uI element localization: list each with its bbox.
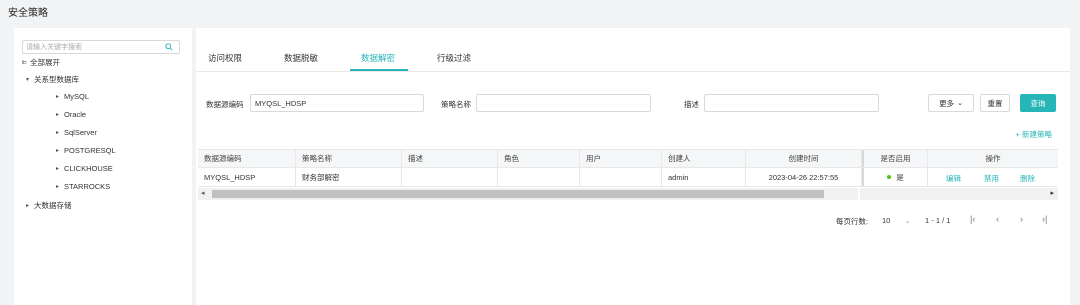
expand-all-label: 全部展开 bbox=[30, 58, 60, 67]
sidebar: ⇇ 全部展开 ▾ 关系型数据库 ▸ MySQL ▸ Oracle ▸ SqlSe… bbox=[14, 28, 192, 305]
caret-right-icon[interactable]: ▸ bbox=[56, 183, 64, 190]
col-creator: 创建人 bbox=[662, 150, 746, 167]
policy-name-label: 策略名称 bbox=[441, 100, 471, 109]
fixed-column-divider bbox=[862, 168, 864, 186]
tab-row-filter[interactable]: 行级过滤 bbox=[437, 52, 471, 64]
horizontal-scrollbar[interactable]: ◂ bbox=[198, 188, 858, 200]
table-header: 数据源编码 策略名称 描述 角色 用户 创建人 创建时间 是否启用 操作 bbox=[198, 149, 1058, 168]
cell-created-time: 2023-04-26 22:57:55 bbox=[746, 168, 862, 186]
tree-node-label: SqlServer bbox=[64, 128, 97, 137]
tab-masking[interactable]: 数据脱敏 bbox=[284, 52, 318, 64]
caret-down-icon[interactable]: ▾ bbox=[26, 76, 34, 83]
chevron-down-icon: ⌄ bbox=[904, 216, 911, 225]
query-button[interactable]: 查询 bbox=[1020, 94, 1056, 112]
scroll-right-icon[interactable]: ▸ bbox=[1050, 189, 1054, 197]
col-created-time: 创建时间 bbox=[746, 150, 862, 167]
col-user: 用户 bbox=[580, 150, 662, 167]
new-policy-button[interactable]: + 新建策略 bbox=[1016, 129, 1052, 140]
col-enabled: 是否启用 bbox=[864, 150, 928, 167]
tab-decrypt[interactable]: 数据解密 bbox=[361, 52, 395, 64]
reset-button[interactable]: 重置 bbox=[980, 94, 1010, 112]
edit-link[interactable]: 编辑 bbox=[946, 173, 961, 184]
col-actions: 操作 bbox=[985, 154, 1001, 163]
scrollbar-thumb[interactable] bbox=[212, 190, 824, 198]
col-description: 描述 bbox=[402, 150, 498, 167]
search-box[interactable] bbox=[22, 40, 180, 54]
datasource-input[interactable] bbox=[250, 94, 424, 112]
tree-node-label: CLICKHOUSE bbox=[64, 164, 113, 173]
caret-right-icon[interactable]: ▸ bbox=[56, 165, 64, 172]
tree-node-starrocks[interactable]: ▸ STARROCKS bbox=[56, 182, 110, 191]
cell-user bbox=[580, 168, 662, 186]
col-datasource: 数据源编码 bbox=[198, 150, 296, 167]
tree-node-label: POSTGRESQL bbox=[64, 146, 116, 155]
datasource-label: 数据源编码 bbox=[206, 100, 244, 109]
per-page-label: 每页行数: bbox=[836, 217, 869, 226]
tree-node-label: 大数据存储 bbox=[34, 201, 72, 210]
expand-all-icon: ⇇ bbox=[22, 60, 28, 66]
more-label: 更多 bbox=[939, 98, 955, 108]
tree-node-label: 关系型数据库 bbox=[34, 75, 79, 84]
cell-role bbox=[498, 168, 580, 186]
tab-bar: 访问权限 数据脱敏 数据解密 行级过滤 bbox=[196, 28, 1070, 72]
policy-table: 数据源编码 策略名称 描述 角色 用户 创建人 创建时间 是否启用 操作 MYQ… bbox=[198, 149, 1058, 187]
disable-link[interactable]: 禁用 bbox=[984, 173, 999, 184]
caret-right-icon[interactable]: ▸ bbox=[26, 202, 34, 209]
cell-policy-name: 财务部解密 bbox=[296, 168, 402, 186]
search-input[interactable] bbox=[23, 41, 158, 53]
prev-page-icon[interactable]: ‹ bbox=[996, 214, 999, 224]
per-page-value: 10 bbox=[882, 216, 891, 225]
next-page-icon[interactable]: › bbox=[1020, 214, 1023, 224]
caret-right-icon[interactable]: ▸ bbox=[56, 147, 64, 154]
last-page-icon[interactable]: ›| bbox=[1042, 214, 1047, 224]
scroll-left-icon[interactable]: ◂ bbox=[201, 189, 205, 197]
col-policy-name: 策略名称 bbox=[296, 150, 402, 167]
cell-enabled: 是 bbox=[864, 168, 928, 186]
fixed-column-divider bbox=[862, 150, 864, 167]
more-filters-button[interactable]: 更多 ⌄ bbox=[928, 94, 974, 112]
tree-node-oracle[interactable]: ▸ Oracle bbox=[56, 110, 86, 119]
expand-all-toggle[interactable]: ⇇ 全部展开 bbox=[22, 57, 60, 68]
tree-node-relational[interactable]: ▾ 关系型数据库 bbox=[26, 74, 79, 85]
tree-node-postgresql[interactable]: ▸ POSTGRESQL bbox=[56, 146, 116, 155]
tree-node-label: Oracle bbox=[64, 110, 87, 119]
fixed-columns-scrollbar[interactable]: ▸ bbox=[860, 188, 1058, 200]
description-input[interactable] bbox=[704, 94, 879, 112]
tree-node-label: STARROCKS bbox=[64, 182, 111, 191]
first-page-icon[interactable]: |‹ bbox=[970, 214, 975, 224]
cell-datasource: MYQSL_HDSP bbox=[198, 168, 296, 186]
description-label: 描述 bbox=[684, 100, 699, 109]
caret-right-icon[interactable]: ▸ bbox=[56, 111, 64, 118]
cell-actions: 编辑 禁用 删除 bbox=[928, 168, 1058, 186]
per-page-select[interactable]: 10 ⌄ bbox=[882, 216, 911, 225]
status-dot-icon bbox=[887, 175, 892, 179]
enabled-text: 是 bbox=[896, 172, 904, 182]
tree-node-label: MySQL bbox=[64, 92, 90, 101]
caret-right-icon[interactable]: ▸ bbox=[56, 129, 64, 136]
tree-node-clickhouse[interactable]: ▸ CLICKHOUSE bbox=[56, 164, 113, 173]
tree-node-bigdata[interactable]: ▸ 大数据存储 bbox=[26, 200, 72, 211]
main-panel: 访问权限 数据脱敏 数据解密 行级过滤 数据源编码 策略名称 描述 更多 ⌄ 重… bbox=[196, 28, 1070, 305]
tree-node-mysql[interactable]: ▸ MySQL bbox=[56, 92, 89, 101]
page-range: 1 - 1 / 1 bbox=[925, 216, 951, 225]
search-icon[interactable] bbox=[165, 43, 173, 51]
table-row: MYQSL_HDSP 财务部解密 admin 2023-04-26 22:57:… bbox=[198, 168, 1058, 187]
policy-name-input[interactable] bbox=[476, 94, 651, 112]
cell-description bbox=[402, 168, 498, 186]
chevron-down-icon: ⌄ bbox=[957, 100, 963, 107]
tab-access[interactable]: 访问权限 bbox=[208, 52, 242, 64]
col-role: 角色 bbox=[498, 150, 580, 167]
page-title: 安全策略 bbox=[8, 8, 48, 19]
cell-creator: admin bbox=[662, 168, 746, 186]
delete-link[interactable]: 删除 bbox=[1020, 173, 1035, 184]
caret-right-icon[interactable]: ▸ bbox=[56, 93, 64, 100]
tree-node-sqlserver[interactable]: ▸ SqlServer bbox=[56, 128, 97, 137]
active-tab-indicator bbox=[350, 69, 408, 71]
